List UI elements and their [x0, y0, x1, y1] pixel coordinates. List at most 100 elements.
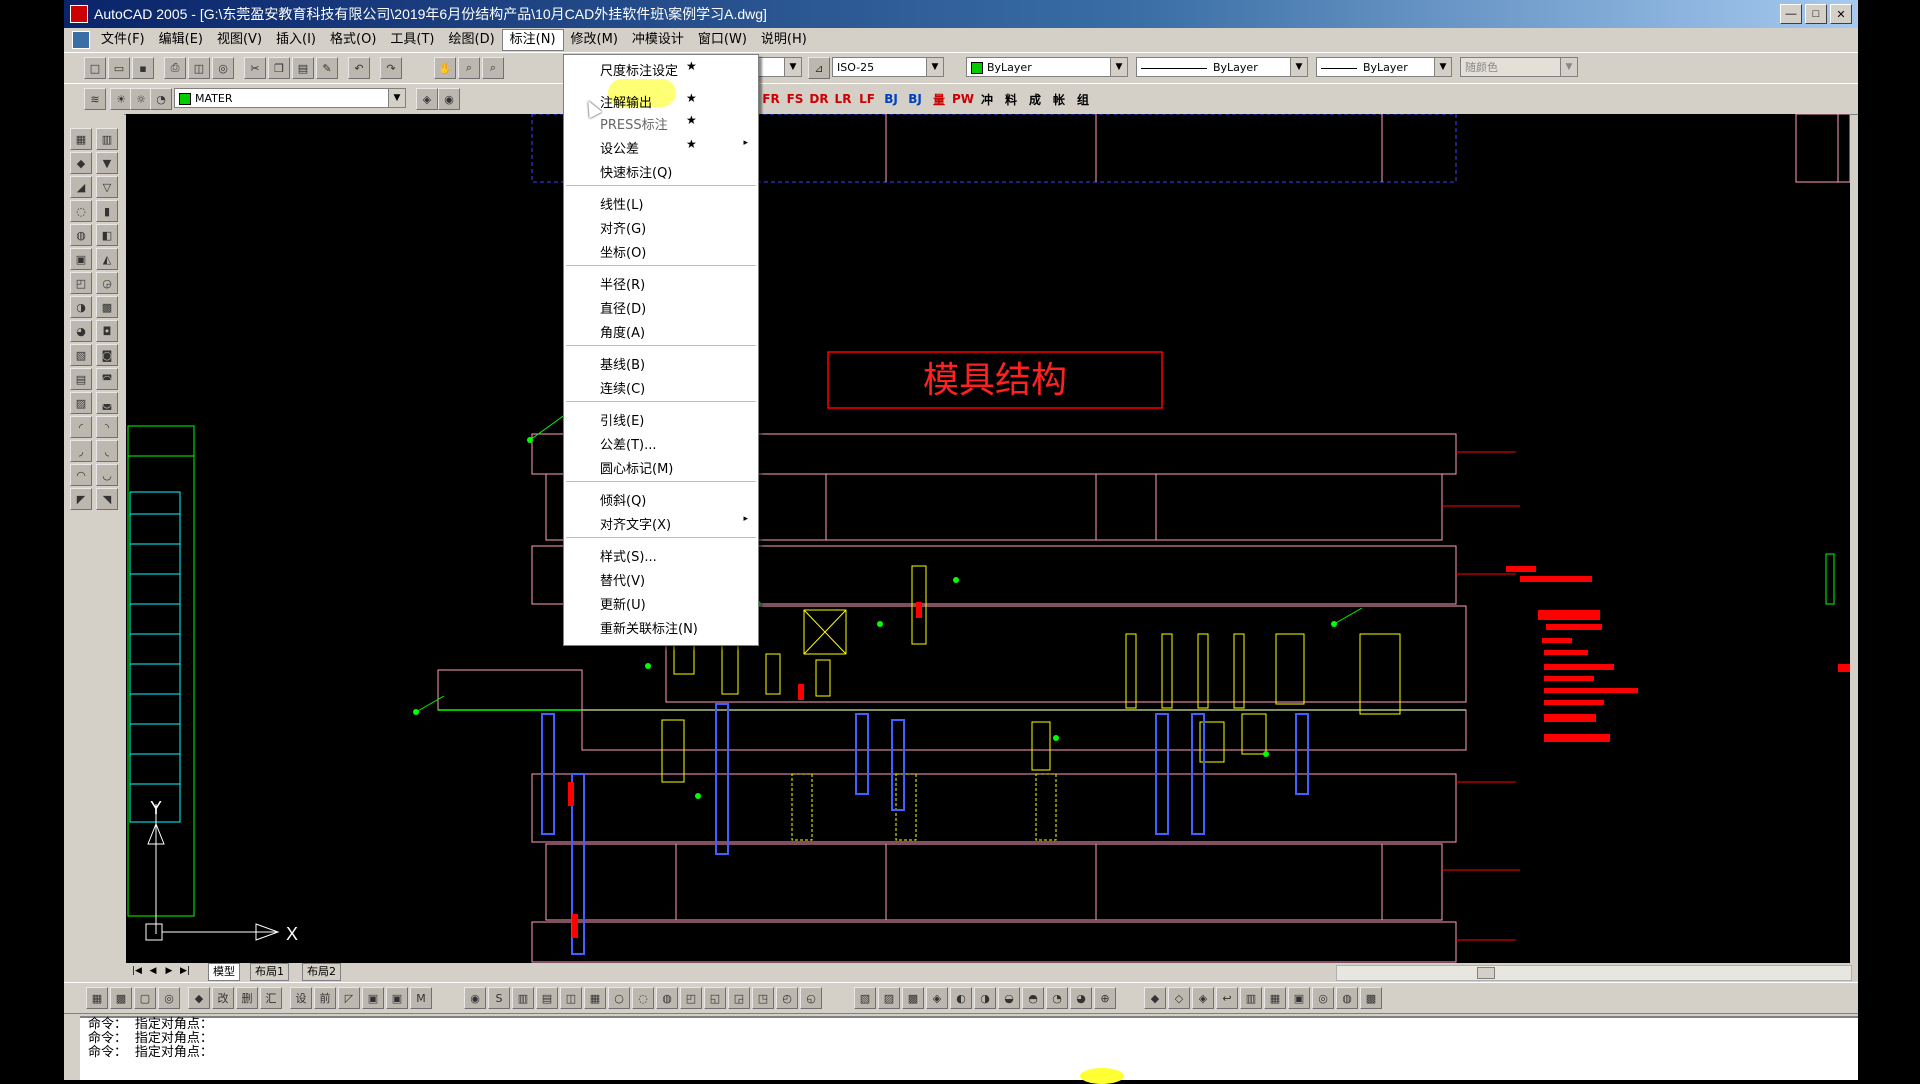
layer-select[interactable]: MATER ▼	[174, 88, 406, 108]
plugin-tool-icon[interactable]: ◌	[632, 987, 654, 1009]
draw-tool-icon[interactable]: ▥	[96, 128, 118, 150]
draw-tool-icon[interactable]: ▦	[70, 128, 92, 150]
tab-layout1[interactable]: 布局1	[250, 963, 289, 981]
draw-tool-icon[interactable]: ◭	[96, 248, 118, 270]
draw-tool-icon[interactable]: ◕	[70, 320, 92, 342]
command-line[interactable]: 命令： 指定对角点： 命令： 指定对角点： 命令： 指定对角点：	[80, 1016, 1858, 1080]
plugin-tool-icon[interactable]: ◒	[998, 987, 1020, 1009]
draw-tool-icon[interactable]: ◟	[96, 440, 118, 462]
paste-icon[interactable]: ▤	[292, 57, 314, 79]
menu-die-design[interactable]: 冲模设计	[625, 30, 691, 50]
menu-edit[interactable]: 编辑(E)	[152, 30, 210, 50]
zoom-icon[interactable]: ⌕	[458, 57, 480, 79]
first-tab-icon[interactable]: |◀	[130, 964, 144, 978]
chevron-down-icon[interactable]: ▼	[388, 89, 405, 107]
bulb-icon[interactable]: ☀	[110, 88, 132, 110]
draw-tool-icon[interactable]: ▮	[96, 200, 118, 222]
plugin-tool-icon[interactable]: ▣	[1288, 987, 1310, 1009]
menu-item-align-text[interactable]: 对齐文字(X) ▸	[564, 511, 758, 533]
plugin-tool-icon[interactable]: 删	[236, 987, 258, 1009]
menu-insert[interactable]: 插入(I)	[269, 30, 323, 50]
lineweight-select[interactable]: ByLayer ▼	[1316, 57, 1452, 77]
draw-tool-icon[interactable]: ▤	[70, 368, 92, 390]
chevron-down-icon[interactable]: ▼	[1290, 58, 1307, 76]
menu-item-diameter[interactable]: 直径(D)	[564, 295, 758, 317]
menu-dimension[interactable]: 标注(N)	[501, 29, 564, 51]
plugin-tool-icon[interactable]: ▦	[1264, 987, 1286, 1009]
plot-style-select[interactable]: 随颜色 ▼	[1460, 57, 1578, 77]
menu-format[interactable]: 格式(O)	[323, 30, 383, 50]
plugin-tool-icon[interactable]: ◉	[464, 987, 486, 1009]
plugin-tool-icon[interactable]: ▥	[1240, 987, 1262, 1009]
dim-button-punch[interactable]: 冲	[976, 89, 998, 109]
plugin-tool-icon[interactable]: ◍	[1336, 987, 1358, 1009]
menu-file[interactable]: 文件(F)	[94, 30, 152, 50]
menu-help[interactable]: 说明(H)	[754, 30, 814, 50]
draw-tool-icon[interactable]: ◍	[70, 224, 92, 246]
plugin-tool-icon[interactable]: ▦	[86, 987, 108, 1009]
menu-item-continue[interactable]: 连续(C)	[564, 375, 758, 397]
menu-item-tolerance[interactable]: 公差(T)...	[564, 431, 758, 453]
plugin-tool-icon[interactable]: ▩	[1360, 987, 1382, 1009]
next-tab-icon[interactable]: ▶	[162, 964, 176, 978]
menu-item-aligned[interactable]: 对齐(G)	[564, 215, 758, 237]
plugin-tool-icon[interactable]: ◆	[188, 987, 210, 1009]
plugin-tool-icon[interactable]: ▦	[584, 987, 606, 1009]
chevron-down-icon[interactable]: ▼	[1434, 58, 1451, 76]
plugin-tool-icon[interactable]: ▨	[878, 987, 900, 1009]
plugin-tool-icon[interactable]: ◫	[560, 987, 582, 1009]
menu-tools[interactable]: 工具(T)	[383, 30, 441, 50]
plugin-tool-icon[interactable]: ◵	[800, 987, 822, 1009]
draw-tool-icon[interactable]: ◤	[70, 488, 92, 510]
menu-item-baseline[interactable]: 基线(B)	[564, 351, 758, 373]
plugin-tool-icon[interactable]: ◴	[776, 987, 798, 1009]
plugin-tool-icon[interactable]: ◎	[158, 987, 180, 1009]
draw-tool-icon[interactable]: ◜	[70, 416, 92, 438]
document-icon[interactable]	[72, 31, 90, 49]
chevron-down-icon[interactable]: ▼	[1560, 58, 1577, 76]
menu-item-angular[interactable]: 角度(A)	[564, 319, 758, 341]
menu-item-dim-setup[interactable]: 尺度标注设定 ★	[564, 57, 758, 79]
preview-icon[interactable]: ◫	[188, 57, 210, 79]
plugin-tool-icon[interactable]: S	[488, 987, 510, 1009]
plugin-tool-icon[interactable]: M	[410, 987, 432, 1009]
plugin-tool-icon[interactable]: ◆	[1144, 987, 1166, 1009]
plugin-tool-icon[interactable]: 设	[290, 987, 312, 1009]
menu-item-set-tolerance[interactable]: 设公差 ★ ▸	[564, 135, 758, 157]
dim-button-bj[interactable]: BJ	[880, 89, 902, 109]
layer-previous-icon[interactable]: ◉	[438, 88, 460, 110]
plugin-tool-icon[interactable]: ▧	[854, 987, 876, 1009]
menu-item-ordinate[interactable]: 坐标(O)	[564, 239, 758, 261]
horizontal-scrollbar[interactable]	[1336, 965, 1852, 981]
draw-tool-icon[interactable]: ◑	[70, 296, 92, 318]
draw-tool-icon[interactable]: ◚	[96, 368, 118, 390]
plugin-tool-icon[interactable]: ▥	[512, 987, 534, 1009]
zoom-window-icon[interactable]: ⌕	[482, 57, 504, 79]
draw-tool-icon[interactable]: ◙	[96, 344, 118, 366]
plugin-tool-icon[interactable]: ◓	[1022, 987, 1044, 1009]
publish-icon[interactable]: ◎	[212, 57, 234, 79]
cut-icon[interactable]: ✂	[244, 57, 266, 79]
draw-tool-icon[interactable]: ◡	[96, 464, 118, 486]
menu-view[interactable]: 视图(V)	[210, 30, 269, 50]
plugin-tool-icon[interactable]: ⊕	[1094, 987, 1116, 1009]
last-tab-icon[interactable]: ▶|	[178, 964, 192, 978]
menu-item-quick-dim[interactable]: 快速标注(Q)	[564, 159, 758, 181]
draw-tool-icon[interactable]: ◌	[70, 200, 92, 222]
chevron-down-icon[interactable]: ▼	[1110, 58, 1127, 76]
plugin-tool-icon[interactable]: ▢	[134, 987, 156, 1009]
menu-item-oblique[interactable]: 倾斜(Q)	[564, 487, 758, 509]
dim-style-icon[interactable]: ⊿	[808, 57, 830, 79]
menu-modify[interactable]: 修改(M)	[564, 30, 625, 50]
scrollbar-thumb[interactable]	[1477, 967, 1495, 979]
redo-icon[interactable]: ↷	[380, 57, 402, 79]
drawing-canvas[interactable]: 模具结构 Y X	[126, 114, 1850, 964]
plugin-tool-icon[interactable]: ◕	[1070, 987, 1092, 1009]
plugin-tool-icon[interactable]: ↩	[1216, 987, 1238, 1009]
draw-tool-icon[interactable]: ▩	[96, 296, 118, 318]
color-select[interactable]: ByLayer ▼	[966, 57, 1128, 77]
draw-tool-icon[interactable]: ▼	[96, 152, 118, 174]
draw-tool-icon[interactable]: ◝	[96, 416, 118, 438]
plugin-tool-icon[interactable]: ◐	[950, 987, 972, 1009]
chevron-down-icon[interactable]: ▼	[784, 58, 801, 76]
